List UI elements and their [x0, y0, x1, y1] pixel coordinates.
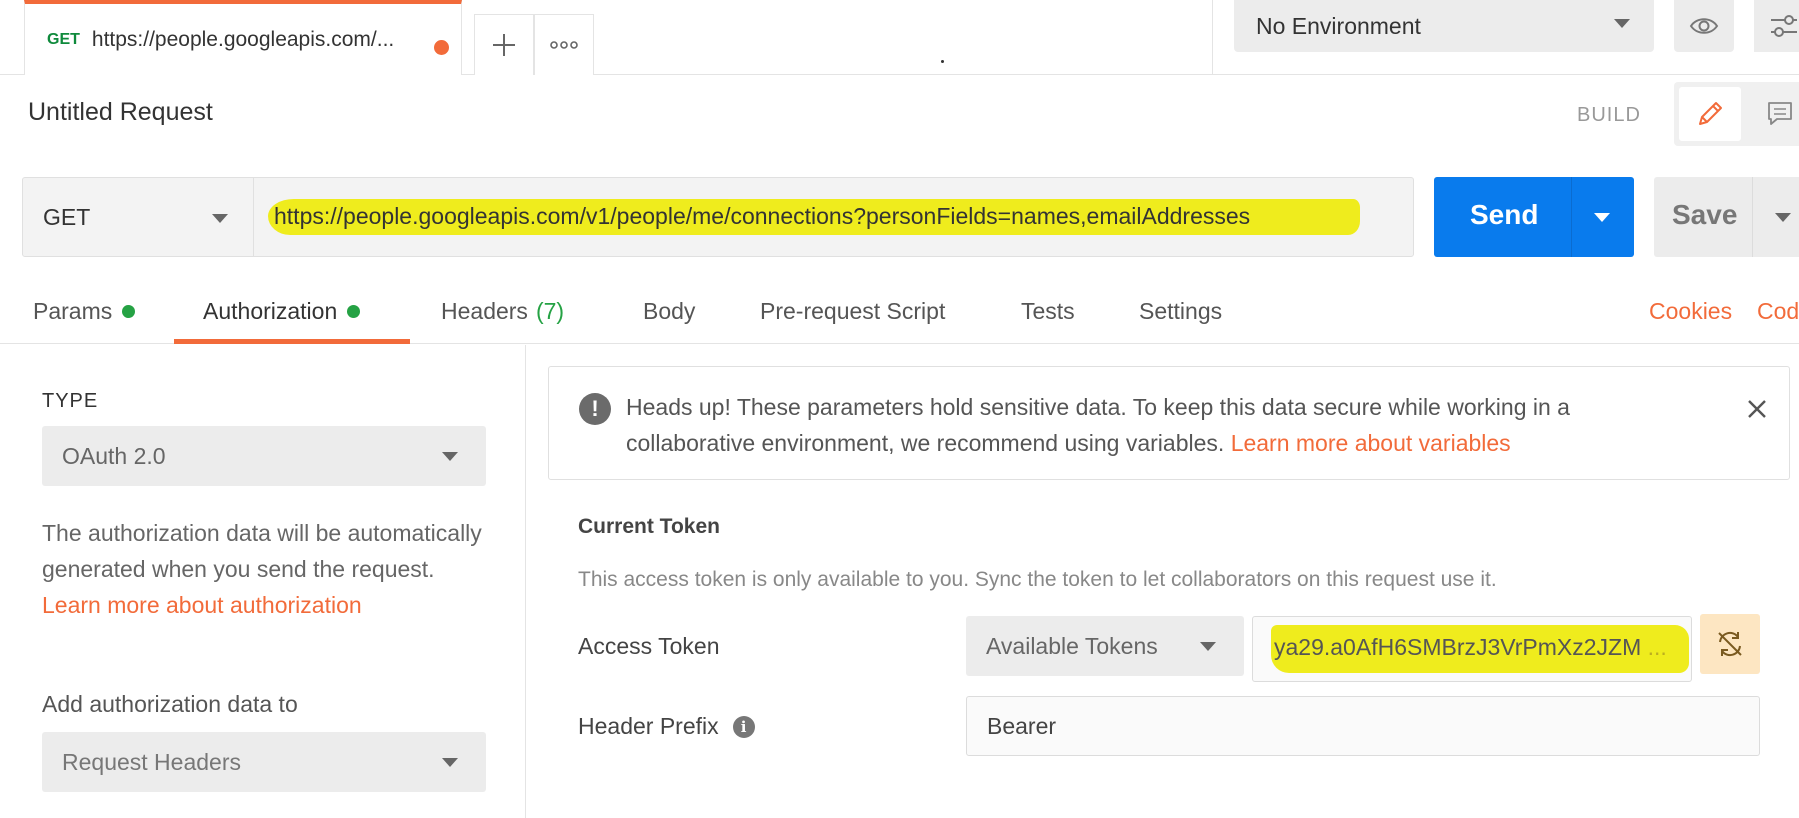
more-tabs-button[interactable]: [534, 14, 594, 75]
info-icon[interactable]: i: [732, 715, 755, 738]
auth-type-panel: TYPE OAuth 2.0 The authorization data wi…: [0, 345, 526, 818]
auth-description: The authorization data will be automatic…: [42, 515, 482, 623]
tab-bar: GET https://people.googleapis.com/... No…: [0, 0, 1799, 75]
header-prefix-value: Bearer: [987, 712, 1057, 739]
divider: [1212, 0, 1213, 75]
unsaved-indicator: [434, 40, 449, 55]
chevron-down-icon: [442, 758, 458, 767]
tab-headers-label: Headers: [441, 298, 528, 324]
auth-description-text: The authorization data will be automatic…: [42, 520, 482, 582]
url-value: https://people.googleapis.com/v1/people/…: [274, 203, 1251, 229]
tab-headers[interactable]: Headers (7): [441, 298, 564, 325]
auth-type-select[interactable]: OAuth 2.0: [42, 426, 486, 486]
comments-button[interactable]: [1750, 87, 1799, 141]
tab-body[interactable]: Body: [643, 298, 695, 325]
current-token-heading: Current Token: [578, 515, 720, 538]
sync-off-icon: [1718, 631, 1742, 657]
edit-mode-button[interactable]: [1679, 87, 1741, 141]
ellipsis-icon: [550, 41, 578, 49]
auth-type-value: OAuth 2.0: [62, 442, 166, 469]
learn-more-variables-link[interactable]: Learn more about variables: [1231, 430, 1511, 456]
request-tabs: Params Authorization Headers (7) Body Pr…: [0, 290, 1799, 344]
build-mode-label: BUILD: [1577, 104, 1641, 126]
authorization-status-dot: [347, 305, 361, 318]
chevron-down-icon: [1614, 19, 1630, 28]
eye-icon: [1689, 18, 1719, 34]
new-tab-button[interactable]: [474, 14, 534, 75]
send-button[interactable]: Send: [1434, 177, 1634, 257]
current-token-description: This access token is only available to y…: [578, 568, 1497, 591]
sync-token-button[interactable]: [1700, 614, 1760, 674]
header-prefix-label: Header Prefix: [578, 713, 719, 739]
available-tokens-value: Available Tokens: [986, 632, 1158, 659]
chevron-down-icon: [1200, 642, 1216, 651]
environment-select[interactable]: No Environment: [1234, 0, 1654, 52]
tab-params-label: Params: [33, 298, 113, 324]
access-token-input[interactable]: ya29.a0AfH6SMBrzJ3VrPmXz2JZM ...: [1252, 616, 1692, 682]
add-auth-to-value: Request Headers: [62, 748, 241, 775]
sensitive-data-notice: ! Heads up! These parameters hold sensit…: [548, 366, 1790, 480]
environment-quick-look-button[interactable]: [1674, 0, 1734, 52]
environment-value: No Environment: [1256, 12, 1421, 39]
save-options-chevron-icon[interactable]: [1775, 213, 1791, 222]
comment-icon: [1768, 102, 1792, 125]
close-icon: [1748, 400, 1766, 418]
notice-text: Heads up! These parameters hold sensitiv…: [626, 389, 1686, 461]
save-button[interactable]: Save: [1654, 177, 1799, 257]
add-auth-to-label: Add authorization data to: [42, 691, 298, 717]
access-token-value: ya29.a0AfH6SMBrzJ3VrPmXz2JZM: [1274, 634, 1642, 660]
pencil-icon: [1699, 102, 1722, 125]
tab-pre-request-script[interactable]: Pre-request Script: [760, 298, 945, 325]
sliders-icon: [1771, 15, 1797, 37]
code-link[interactable]: Cod: [1757, 298, 1799, 325]
access-token-text: ya29.a0AfH6SMBrzJ3VrPmXz2JZM ...: [1274, 634, 1667, 661]
save-button-label: Save: [1672, 199, 1738, 230]
tab-tests[interactable]: Tests: [1021, 298, 1075, 325]
chevron-down-icon: [442, 452, 458, 461]
send-button-label: Send: [1470, 199, 1539, 230]
http-method-value: GET: [43, 203, 91, 230]
http-method-select[interactable]: GET: [22, 177, 254, 257]
cookies-link[interactable]: Cookies: [1649, 298, 1732, 325]
header-prefix-input[interactable]: Bearer: [966, 696, 1760, 756]
access-token-label: Access Token: [578, 633, 720, 659]
manage-environments-button[interactable]: [1754, 0, 1799, 52]
plus-icon: [493, 34, 515, 56]
send-options-chevron-icon[interactable]: [1594, 213, 1610, 222]
chevron-down-icon: [212, 214, 228, 223]
close-notice-button[interactable]: [1745, 397, 1769, 421]
request-title[interactable]: Untitled Request: [28, 98, 213, 127]
active-tab-indicator: [174, 339, 410, 344]
available-tokens-select[interactable]: Available Tokens: [966, 616, 1244, 676]
add-auth-to-select[interactable]: Request Headers: [42, 732, 486, 792]
auth-type-label: TYPE: [42, 390, 99, 412]
learn-more-authorization-link[interactable]: Learn more about authorization: [42, 592, 362, 618]
tab-params[interactable]: Params: [33, 298, 136, 325]
mode-toggle: [1674, 82, 1799, 146]
url-input[interactable]: https://people.googleapis.com/v1/people/…: [253, 177, 1414, 257]
request-tab-method: GET: [47, 30, 80, 48]
cursor-mark: [941, 60, 944, 63]
exclamation-icon: !: [579, 393, 611, 425]
access-token-ellipsis: ...: [1647, 634, 1667, 660]
save-button-separator: [1752, 177, 1753, 257]
header-prefix-label-row: Header Prefix i: [578, 713, 755, 740]
headers-count: (7): [535, 298, 565, 324]
request-tab[interactable]: GET https://people.googleapis.com/...: [24, 0, 462, 75]
tab-authorization-label: Authorization: [203, 298, 338, 324]
tab-settings[interactable]: Settings: [1139, 298, 1222, 325]
request-tab-url: https://people.googleapis.com/...: [91, 27, 395, 51]
tab-authorization[interactable]: Authorization: [203, 298, 361, 325]
params-status-dot: [122, 305, 136, 318]
send-button-separator: [1571, 177, 1572, 257]
